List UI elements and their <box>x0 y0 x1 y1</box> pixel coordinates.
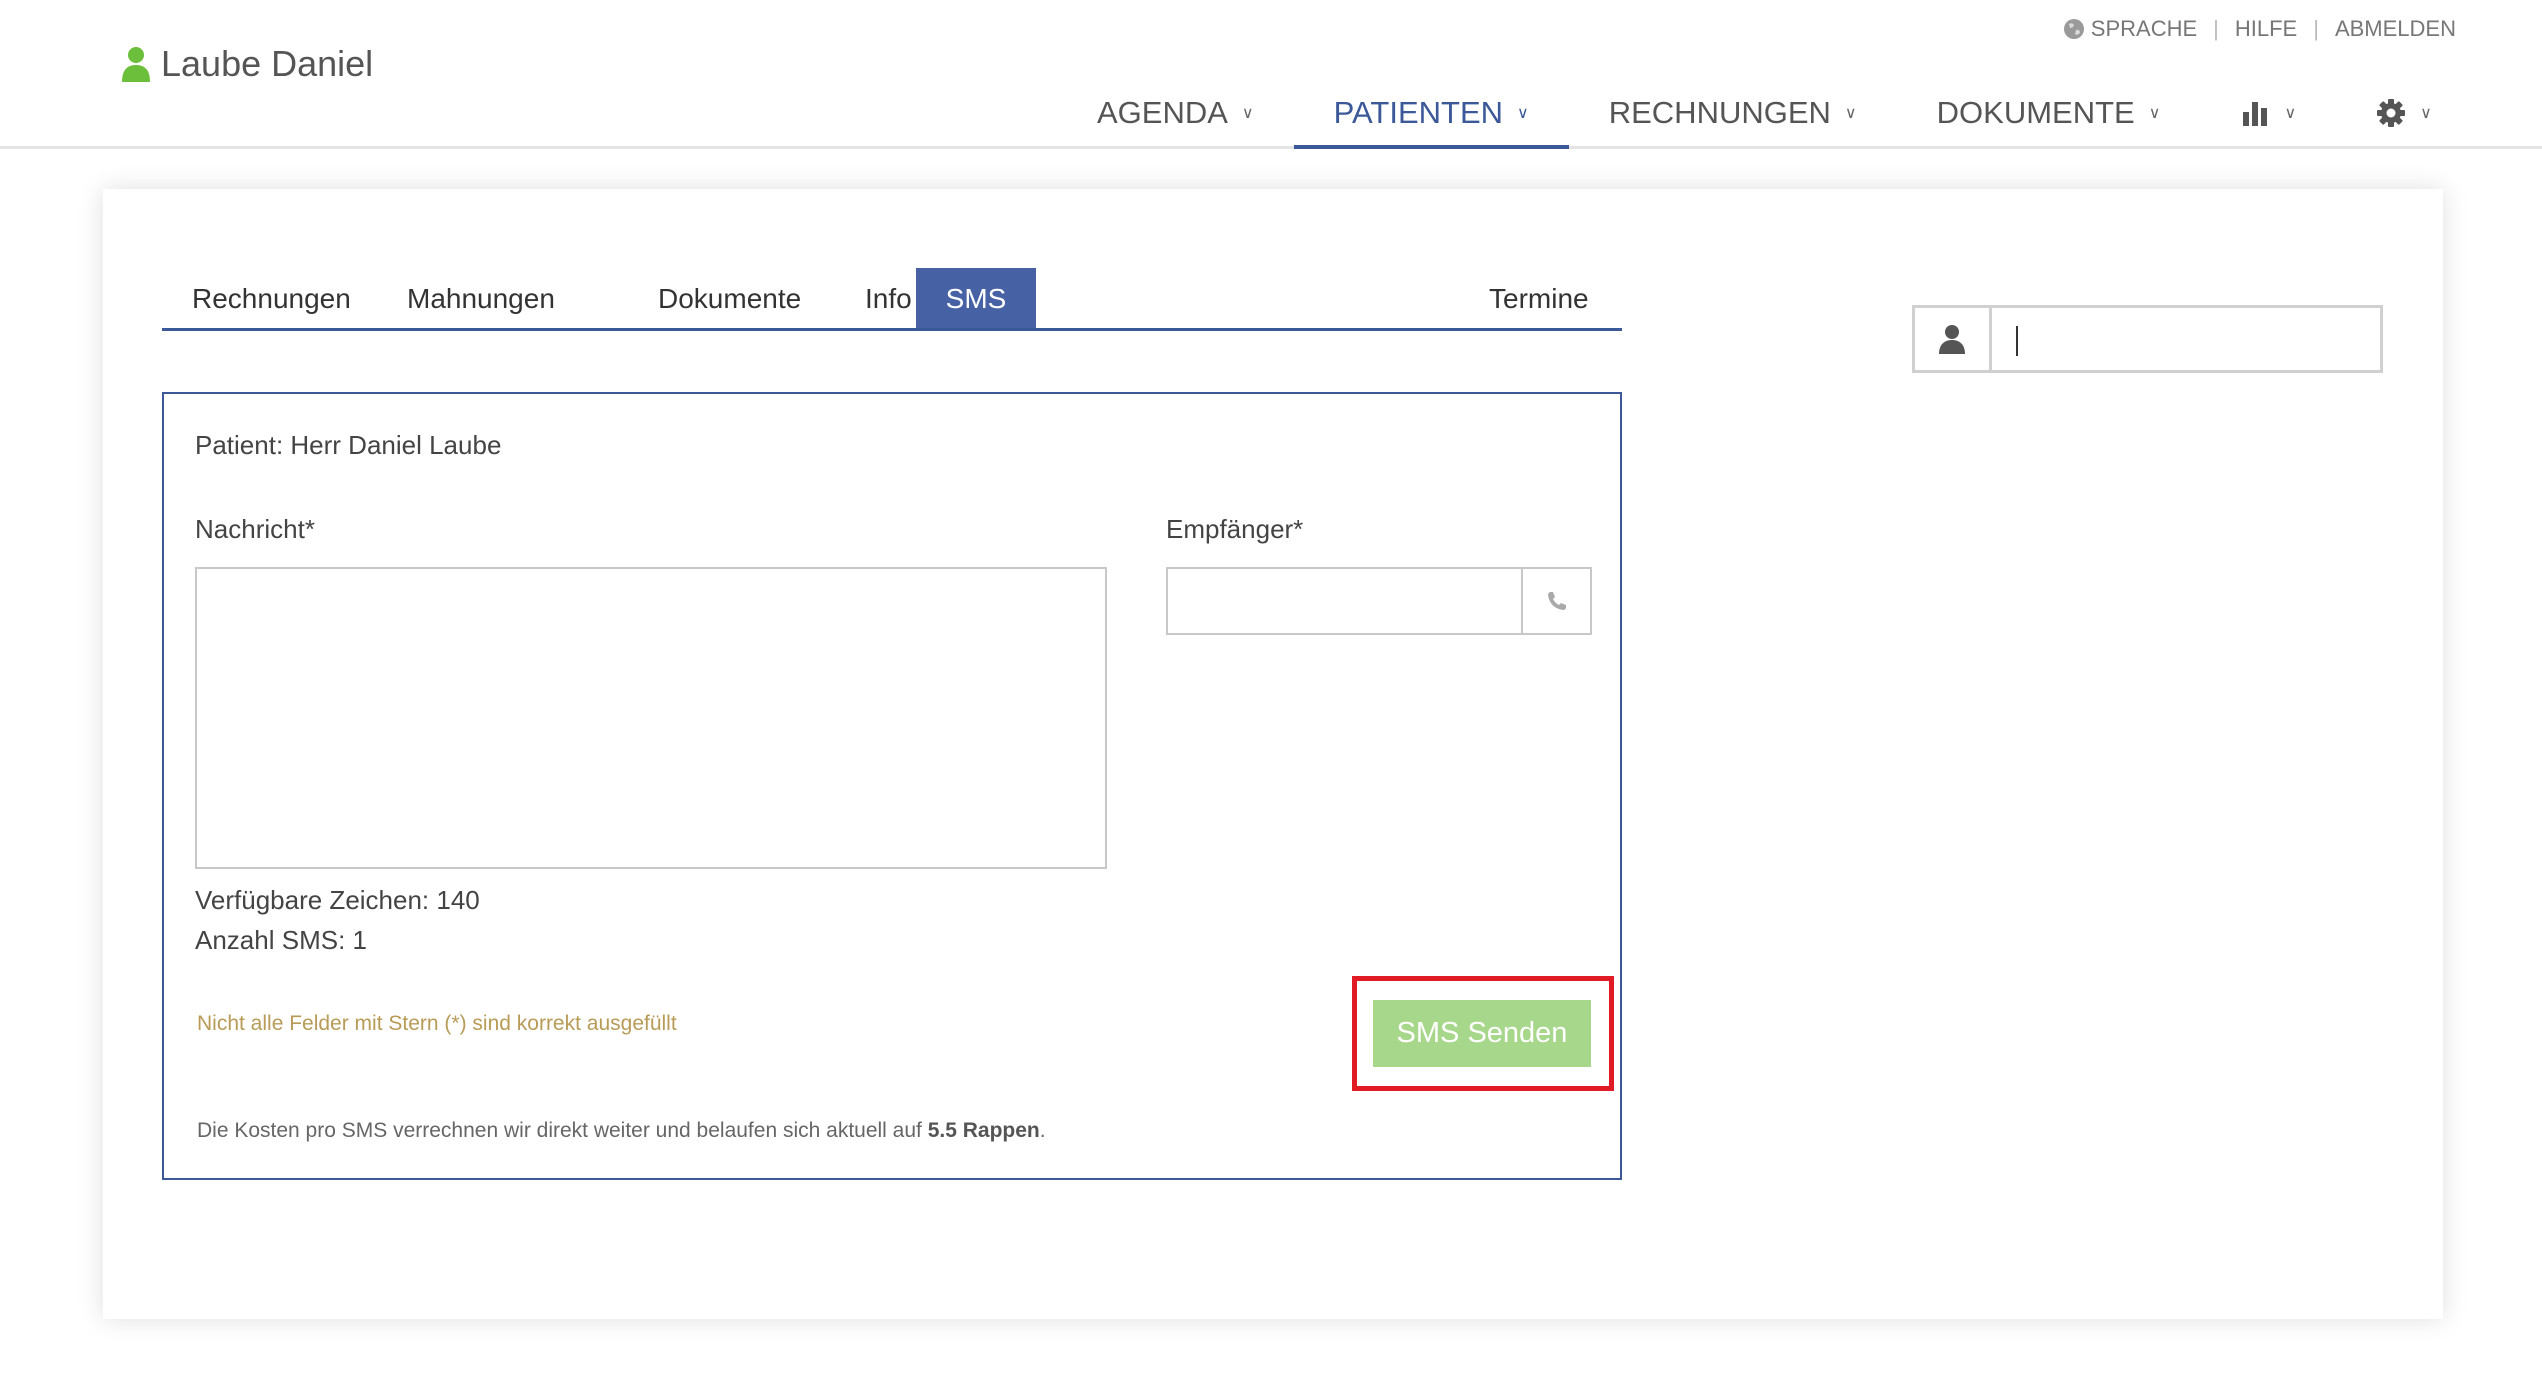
recipient-label: Empfänger* <box>1166 514 1304 544</box>
gear-icon <box>2377 99 2406 127</box>
user-name: Laube Daniel <box>161 43 374 84</box>
bar-chart-icon <box>2243 102 2268 126</box>
tab-mahnungen[interactable]: Mahnungen <box>377 268 585 328</box>
patient-search-addon <box>1912 305 1992 373</box>
phone-icon <box>1547 592 1566 610</box>
patient-tabs: Rechnungen Mahnungen Dokumente Info SMS … <box>162 268 1622 331</box>
tab-rechnungen[interactable]: Rechnungen <box>162 268 381 328</box>
language-link[interactable]: SPRACHE <box>2091 16 2197 42</box>
nav-rechnungen[interactable]: RECHNUNGEN ∨ <box>1569 78 1897 148</box>
nav-agenda-label: AGENDA <box>1097 95 1228 130</box>
chevron-down-icon: ∨ <box>2284 105 2297 122</box>
validation-warning: Nicht alle Felder mit Stern (*) sind kor… <box>197 1012 677 1035</box>
nav-settings[interactable]: ∨ <box>2336 78 2472 148</box>
chevron-down-icon: ∨ <box>1517 105 1529 122</box>
tab-dokumente[interactable]: Dokumente <box>628 268 831 328</box>
cost-text-suffix: . <box>1039 1119 1046 1142</box>
message-label: Nachricht* <box>195 514 315 544</box>
send-sms-button[interactable]: SMS Senden <box>1373 1000 1591 1067</box>
text-cursor <box>2016 326 2018 356</box>
nav-rechnungen-label: RECHNUNGEN <box>1608 95 1831 130</box>
patient-line: Patient: Herr Daniel Laube <box>195 430 502 460</box>
nav-patienten[interactable]: PATIENTEN ∨ <box>1293 78 1569 149</box>
logout-link[interactable]: ABMELDEN <box>2335 16 2456 42</box>
nav-dokumente-label: DOKUMENTE <box>1936 95 2135 130</box>
phone-book-button[interactable] <box>1521 567 1592 635</box>
sms-count: Anzahl SMS: 1 <box>195 925 367 955</box>
user-display: Laube Daniel <box>121 43 373 85</box>
divider: | <box>2213 16 2219 41</box>
top-header: Laube Daniel SPRACHE | HILFE | ABMELDEN … <box>0 0 2542 149</box>
cost-note: Die Kosten pro SMS verrechnen wir direkt… <box>197 1119 1046 1143</box>
tab-termine[interactable]: Termine <box>1459 268 1619 328</box>
tab-sms[interactable]: SMS <box>916 268 1036 328</box>
top-links: SPRACHE | HILFE | ABMELDEN <box>2063 16 2456 42</box>
cost-value: 5.5 Rappen <box>927 1119 1040 1142</box>
globe-icon <box>2063 19 2084 39</box>
message-textarea[interactable] <box>195 567 1107 869</box>
nav-patienten-label: PATIENTEN <box>1333 95 1504 130</box>
chevron-down-icon: ∨ <box>1844 105 1857 122</box>
user-icon <box>1939 325 1965 354</box>
available-characters: Verfügbare Zeichen: 140 <box>195 885 480 915</box>
chevron-down-icon: ∨ <box>1241 105 1254 122</box>
patient-search-input[interactable] <box>1989 305 2383 373</box>
cost-text-prefix: Die Kosten pro SMS verrechnen wir direkt… <box>197 1119 928 1142</box>
nav-statistics[interactable]: ∨ <box>2200 78 2336 148</box>
divider: | <box>2313 16 2319 41</box>
nav-dokumente[interactable]: DOKUMENTE ∨ <box>1897 78 2201 148</box>
chevron-down-icon: ∨ <box>2420 105 2432 122</box>
nav-agenda[interactable]: AGENDA ∨ <box>1057 78 1294 148</box>
user-icon <box>122 47 150 82</box>
main-nav: AGENDA ∨ PATIENTEN ∨ RECHNUNGEN ∨ DOKUME… <box>1057 78 2472 149</box>
help-link[interactable]: HILFE <box>2235 16 2297 42</box>
chevron-down-icon: ∨ <box>2148 105 2161 122</box>
